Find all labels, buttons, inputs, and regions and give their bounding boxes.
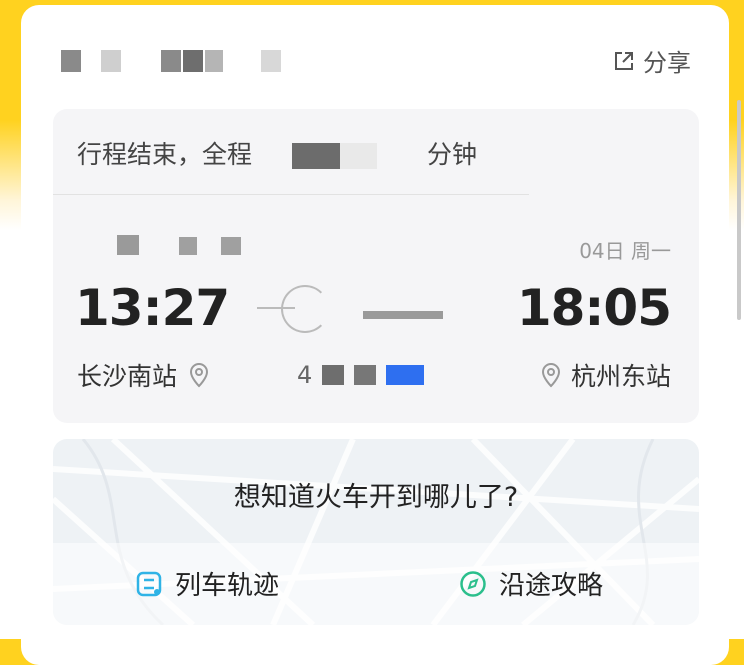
trip-card: 分享 行程结束，全程 分钟 04日 周一 13:27 18:05 长沙南站 4 — [21, 5, 729, 665]
status-prefix: 行程结束，全程 — [77, 140, 253, 169]
status-duration-redacted — [252, 143, 428, 169]
train-track-button[interactable]: 列车轨迹 — [135, 565, 279, 602]
arrive-time: 18:05 — [516, 279, 672, 337]
arrive-date-text: 04日 周一 — [579, 239, 671, 263]
status-suffix: 分钟 — [427, 140, 478, 169]
trip-title-redacted — [61, 50, 321, 74]
scrollbar[interactable] — [737, 100, 741, 320]
share-icon — [615, 51, 633, 70]
trip-info-box: 行程结束，全程 分钟 04日 周一 13:27 18:05 长沙南站 4 杭州东… — [53, 109, 699, 423]
train-badge-redacted — [386, 365, 425, 385]
arrive-date: 04日 周一 — [579, 235, 671, 263]
depart-station[interactable]: 长沙南站 — [77, 357, 211, 393]
tracker-actions: 列车轨迹 沿途攻略 — [53, 543, 699, 625]
train-track-label: 列车轨迹 — [175, 571, 280, 601]
route-arc — [281, 285, 329, 333]
train-number-redacted — [354, 365, 377, 385]
share-button[interactable]: 分享 — [613, 43, 691, 78]
location-pin-icon — [190, 363, 209, 388]
route-guide-button[interactable]: 沿途攻略 — [459, 565, 603, 602]
train-number: 4 — [297, 361, 425, 389]
trip-status: 行程结束，全程 分钟 — [77, 135, 477, 171]
depart-time: 13:27 — [75, 279, 230, 337]
compass-icon — [460, 570, 486, 597]
tracker-question: 想知道火车开到哪儿了? — [233, 482, 519, 513]
arrive-station[interactable]: 杭州东站 — [539, 357, 671, 393]
divider — [53, 194, 529, 195]
route-guide-label: 沿途攻略 — [499, 571, 604, 601]
train-number-prefix: 4 — [297, 361, 313, 389]
train-track-icon — [136, 571, 162, 596]
train-tracker-panel[interactable]: 想知道火车开到哪儿了? 列车轨迹 沿途攻略 — [53, 439, 699, 625]
train-number-redacted — [322, 365, 345, 385]
depart-station-label: 长沙南站 — [77, 362, 178, 391]
share-label: 分享 — [643, 49, 691, 77]
location-pin-icon — [541, 363, 560, 388]
duration-redacted — [363, 305, 443, 327]
arrive-station-label: 杭州东站 — [570, 362, 671, 391]
